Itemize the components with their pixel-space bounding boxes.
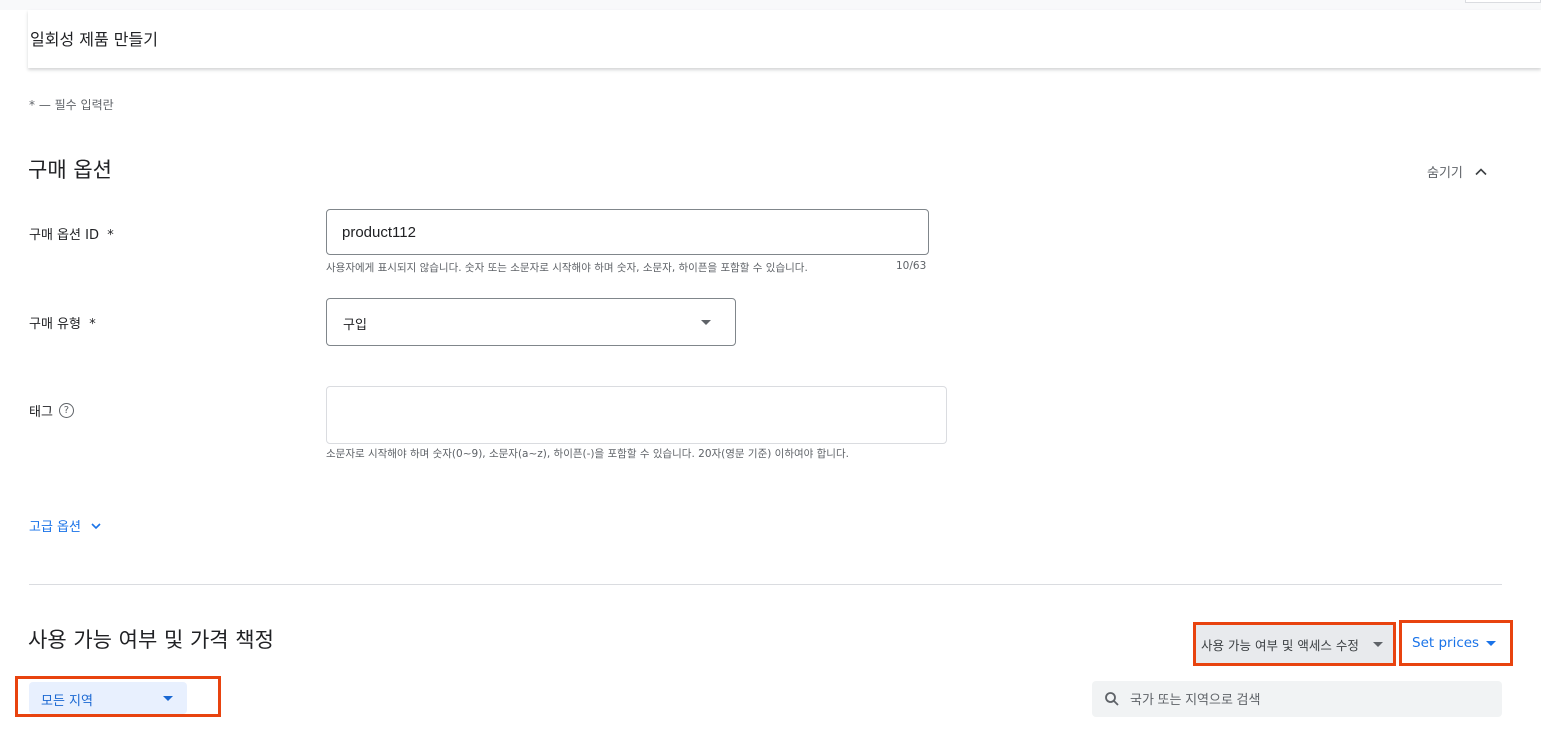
page-title: 일회성 제품 만들기 bbox=[30, 30, 158, 49]
region-search-box[interactable] bbox=[1092, 681, 1502, 717]
dropdown-arrow-icon bbox=[1373, 642, 1383, 647]
set-prices-button[interactable]: Set prices bbox=[1402, 623, 1510, 663]
edit-availability-access-button[interactable]: 사용 가능 여부 및 액세스 수정 bbox=[1196, 625, 1393, 663]
search-icon bbox=[1105, 692, 1119, 706]
purchase-type-select[interactable]: 구입 bbox=[326, 298, 736, 346]
set-prices-label: Set prices bbox=[1412, 635, 1480, 651]
purchase-option-id-hint: 사용자에게 표시되지 않습니다. 숫자 또는 소문자로 시작해야 하며 숫자, … bbox=[326, 262, 808, 274]
availability-pricing-title: 사용 가능 여부 및 가격 책정 bbox=[28, 628, 274, 652]
required-note: * — 필수 입력란 bbox=[29, 98, 114, 112]
purchase-option-id-label: 구매 옵션 ID * bbox=[29, 228, 114, 243]
help-icon[interactable]: ? bbox=[58, 403, 74, 418]
advanced-options-link[interactable]: 고급 옵션 bbox=[29, 516, 103, 535]
chevron-up-icon bbox=[1475, 167, 1487, 175]
top-strip bbox=[0, 0, 1541, 10]
purchase-options-title: 구매 옵션 bbox=[28, 158, 112, 182]
edit-availability-access-label: 사용 가능 여부 및 액세스 수정 bbox=[1201, 637, 1359, 653]
hide-section-toggle[interactable]: 숨기기 bbox=[1427, 162, 1489, 181]
advanced-options-label: 고급 옵션 bbox=[29, 520, 81, 535]
top-strip-tab bbox=[1465, 0, 1541, 3]
hide-label: 숨기기 bbox=[1427, 166, 1463, 181]
tag-label: 태그 bbox=[29, 405, 53, 420]
dropdown-arrow-icon bbox=[163, 696, 173, 701]
purchase-option-id-input[interactable] bbox=[326, 209, 929, 255]
purchase-type-label: 구매 유형 * bbox=[29, 317, 96, 332]
dropdown-arrow-icon bbox=[701, 320, 711, 325]
tag-label-row: 태그 ? bbox=[29, 401, 74, 420]
chevron-down-icon bbox=[91, 522, 101, 529]
region-filter-select[interactable]: 모든 지역 bbox=[29, 682, 187, 714]
purchase-type-value: 구입 bbox=[343, 318, 367, 333]
region-filter-value: 모든 지역 bbox=[41, 694, 93, 709]
character-counter: 10/63 bbox=[896, 260, 927, 272]
dropdown-arrow-icon bbox=[1486, 641, 1496, 646]
tag-input[interactable] bbox=[326, 386, 947, 444]
section-divider bbox=[29, 584, 1502, 585]
page-header: 일회성 제품 만들기 bbox=[28, 10, 1541, 68]
region-search-input[interactable] bbox=[1130, 681, 1490, 717]
tag-hint: 소문자로 시작해야 하며 숫자(0~9), 소문자(a~z), 하이픈(-)을 … bbox=[326, 448, 849, 460]
